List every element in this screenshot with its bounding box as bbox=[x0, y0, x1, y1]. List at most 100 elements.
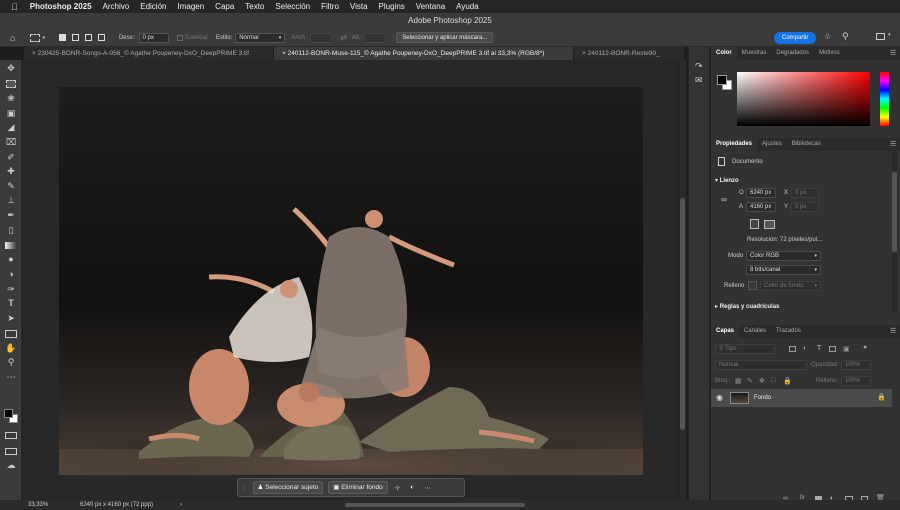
mode-select[interactable]: Color RGB ▾ bbox=[746, 251, 821, 261]
gradient-tool-icon[interactable] bbox=[5, 242, 17, 249]
tab-motivos[interactable]: Motivos bbox=[814, 47, 845, 60]
portrait-orientation-icon[interactable] bbox=[750, 219, 759, 229]
lasso-tool-icon[interactable]: ❀ bbox=[5, 93, 17, 104]
share-button[interactable]: Compartir bbox=[774, 32, 817, 44]
more-options-icon[interactable]: ⋯ bbox=[424, 484, 431, 492]
opacity-input[interactable]: 100% bbox=[841, 360, 871, 370]
select-subject-button[interactable]: ♟ Seleccionar sujeto bbox=[252, 481, 324, 494]
workspace-icon[interactable] bbox=[876, 33, 885, 40]
lock-icon[interactable]: 🔒 bbox=[877, 393, 886, 401]
rectangle-tool-icon[interactable] bbox=[5, 330, 17, 338]
x-prop-input[interactable]: 0 px bbox=[791, 188, 819, 198]
new-selection-icon[interactable] bbox=[58, 34, 66, 41]
frame-tool-icon[interactable]: ⌧ bbox=[5, 137, 17, 148]
menu-vista[interactable]: Vista bbox=[350, 2, 368, 11]
chevron-down-icon[interactable]: ▾ bbox=[888, 32, 891, 38]
fill-layer-input[interactable]: 100% bbox=[841, 376, 871, 386]
lock-move-icon[interactable]: ✥ bbox=[759, 377, 765, 385]
document-canvas[interactable] bbox=[59, 87, 643, 475]
path-select-tool-icon[interactable]: ➤ bbox=[5, 313, 17, 324]
brush-tool-icon[interactable]: ✎ bbox=[5, 181, 17, 192]
comments-icon[interactable]: ✉ bbox=[695, 75, 703, 86]
filter-toggle-icon[interactable]: ● bbox=[863, 344, 867, 351]
app-name-menu[interactable]: Photoshop 2025 bbox=[30, 2, 92, 11]
filter-smart-icon[interactable]: ▣ bbox=[843, 345, 850, 353]
tab-canales[interactable]: Canales bbox=[739, 325, 771, 338]
panel-menu-icon[interactable]: ☰ bbox=[890, 327, 896, 335]
canvas-section-header[interactable]: ▾ Lienzo bbox=[715, 177, 739, 184]
type-tool-icon[interactable]: T bbox=[5, 298, 17, 309]
tab-capas[interactable]: Capas bbox=[711, 325, 740, 338]
history-icon[interactable]: ↷ bbox=[695, 61, 703, 72]
subtract-selection-icon[interactable] bbox=[84, 34, 92, 41]
tab-muestras[interactable]: Muestras bbox=[737, 47, 772, 60]
filter-pixel-icon[interactable] bbox=[789, 346, 796, 352]
lock-artboard-icon[interactable]: □ bbox=[771, 377, 775, 384]
bell-icon[interactable]: ♧ bbox=[824, 32, 831, 41]
properties-scrollbar[interactable] bbox=[892, 152, 897, 312]
more-tools-icon[interactable]: ⋯ bbox=[5, 372, 17, 383]
marquee-tool-icon[interactable] bbox=[6, 80, 16, 88]
home-icon[interactable]: ⌂ bbox=[10, 33, 15, 43]
feather-input[interactable]: 0 px bbox=[138, 32, 169, 43]
add-selection-icon[interactable] bbox=[71, 34, 79, 41]
lock-all-icon[interactable]: 🔒 bbox=[783, 377, 792, 385]
object-select-tool-icon[interactable]: ▣ bbox=[5, 108, 17, 119]
hand-tool-icon[interactable]: ✋ bbox=[5, 343, 17, 354]
history-brush-tool-icon[interactable]: ✒ bbox=[5, 210, 17, 221]
adjust-icon[interactable]: ◐ bbox=[410, 484, 414, 491]
lock-pixels-icon[interactable]: ▦ bbox=[735, 377, 742, 385]
horizontal-scrollbar[interactable] bbox=[345, 503, 525, 507]
eyedropper-tool-icon[interactable]: ✐ bbox=[5, 152, 17, 163]
antialias-checkbox[interactable] bbox=[176, 34, 183, 41]
blur-tool-icon[interactable]: ● bbox=[5, 254, 17, 265]
remove-background-button[interactable]: ▣ Eliminar fondo bbox=[328, 481, 388, 494]
layer-row[interactable]: ◉ Fondo 🔒 bbox=[711, 389, 892, 407]
zoom-level[interactable]: 33,33% bbox=[28, 500, 48, 510]
fill-color-chip[interactable] bbox=[748, 281, 757, 290]
crop-tool-icon[interactable]: ◢ bbox=[5, 122, 17, 133]
filter-shape-icon[interactable] bbox=[829, 346, 836, 352]
panel-menu-icon[interactable]: ☰ bbox=[890, 49, 896, 57]
eraser-tool-icon[interactable]: ▯ bbox=[5, 225, 17, 236]
menu-ventana[interactable]: Ventana bbox=[416, 2, 445, 11]
link-icon[interactable]: ∞ bbox=[721, 195, 727, 204]
pen-tool-icon[interactable]: ✑ bbox=[5, 284, 17, 295]
height-input[interactable] bbox=[364, 32, 387, 43]
tab-propiedades[interactable]: Propiedades bbox=[711, 138, 758, 151]
height-prop-input[interactable]: 4160 px bbox=[746, 202, 776, 212]
tab-bibliotecas[interactable]: Bibliotecas bbox=[787, 138, 826, 151]
menu-edicion[interactable]: Edición bbox=[140, 2, 166, 11]
width-prop-input[interactable]: 6240 px bbox=[746, 188, 776, 198]
healing-brush-tool-icon[interactable]: ✚ bbox=[5, 166, 17, 177]
quick-mask-icon[interactable] bbox=[5, 432, 17, 439]
intersect-selection-icon[interactable] bbox=[97, 34, 105, 41]
canvas-vertical-scrollbar[interactable] bbox=[679, 60, 686, 500]
fill-select[interactable]: Color de fondo ▾ bbox=[760, 281, 821, 291]
bit-depth-select[interactable]: 8 bits/canal ▾ bbox=[746, 265, 821, 275]
tab-degradados[interactable]: Degradados bbox=[771, 47, 814, 60]
select-and-mask-button[interactable]: Seleccionar y aplicar máscara... bbox=[396, 32, 494, 43]
menu-capa[interactable]: Capa bbox=[215, 2, 234, 11]
style-select[interactable]: Normal ▾ bbox=[235, 32, 286, 43]
dodge-tool-icon[interactable]: ◑ bbox=[5, 269, 17, 280]
layer-filter-select[interactable]: ⚲ Tipo bbox=[715, 344, 775, 354]
filter-type-icon[interactable]: T bbox=[817, 345, 821, 352]
rulers-section-header[interactable]: ▸ Reglas y cuadrículas bbox=[715, 303, 779, 310]
apple-icon[interactable]:  bbox=[11, 2, 18, 12]
menu-imagen[interactable]: Imagen bbox=[177, 2, 204, 11]
panel-menu-icon[interactable]: ☰ bbox=[890, 140, 896, 148]
eye-icon[interactable]: ◉ bbox=[716, 393, 723, 402]
doc-tab-3[interactable]: × 240112-BONR-Reste90_ bbox=[574, 47, 685, 60]
move-tool-icon[interactable]: ✥ bbox=[5, 63, 17, 74]
foreground-color-swatch[interactable] bbox=[4, 409, 13, 418]
screen-mode-icon[interactable] bbox=[5, 448, 17, 455]
filter-adjust-icon[interactable]: ◐ bbox=[803, 345, 807, 352]
menu-ayuda[interactable]: Ayuda bbox=[456, 2, 479, 11]
y-prop-input[interactable]: 0 px bbox=[791, 202, 819, 212]
tab-ajustes[interactable]: Ajustes bbox=[757, 138, 787, 151]
transform-icon[interactable]: ⊹ bbox=[395, 484, 400, 492]
tab-color[interactable]: Color bbox=[711, 47, 737, 60]
doc-tab-1[interactable]: × 230425-BONR-Songs-A-056_© Agathe Poupe… bbox=[24, 47, 274, 60]
menu-texto[interactable]: Texto bbox=[245, 2, 264, 11]
